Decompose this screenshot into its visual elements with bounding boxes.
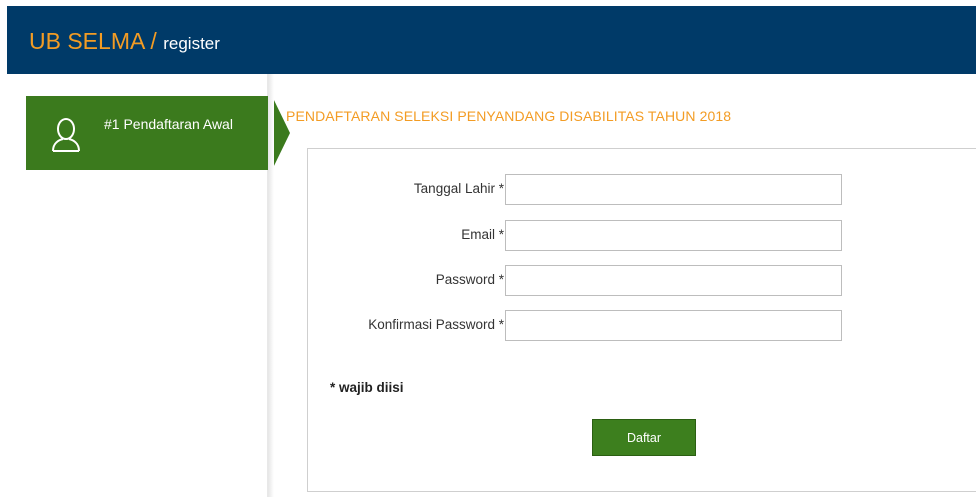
form-row-konfirmasi-password: Konfirmasi Password * (308, 310, 976, 341)
step-label: #1 Pendaftaran Awal (104, 116, 233, 132)
registration-form: Tanggal Lahir * Email * Password * Konfi… (307, 148, 976, 492)
email-label: Email * (461, 227, 504, 242)
app-header: UB SELMA / register (7, 6, 976, 74)
content-divider (268, 74, 274, 497)
password-input[interactable] (505, 265, 842, 296)
page-title: PENDAFTARAN SELEKSI PENYANDANG DISABILIT… (286, 108, 732, 124)
konfirmasi-password-label: Konfirmasi Password * (368, 317, 504, 332)
tanggal-lahir-label: Tanggal Lahir * (413, 181, 504, 196)
app-brand[interactable]: UB SELMA / register (29, 28, 220, 55)
form-row-password: Password * (308, 265, 976, 296)
form-row-tanggal-lahir: Tanggal Lahir * (308, 174, 976, 205)
sidebar: #1 Pendaftaran Awal (0, 74, 290, 497)
sidebar-step-pendaftaran-awal[interactable]: #1 Pendaftaran Awal (26, 96, 290, 170)
user-outline-icon (52, 118, 80, 152)
email-input[interactable] (505, 220, 842, 251)
form-row-email: Email * (308, 220, 976, 251)
daftar-button[interactable]: Daftar (592, 419, 696, 456)
required-note: * wajib diisi (330, 380, 404, 395)
tanggal-lahir-input[interactable] (505, 174, 842, 205)
password-label: Password * (435, 272, 504, 287)
konfirmasi-password-input[interactable] (505, 310, 842, 341)
brand-title: UB SELMA / (29, 28, 164, 54)
brand-subtitle: register (163, 34, 220, 53)
